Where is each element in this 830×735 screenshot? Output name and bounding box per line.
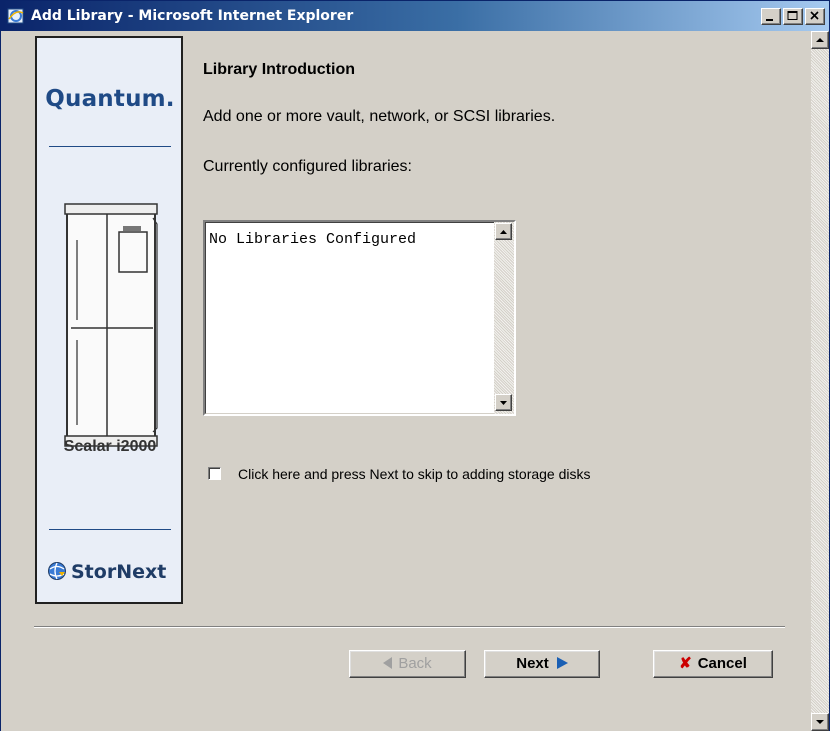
listbox-scrollbar[interactable]	[494, 222, 514, 414]
next-button-label: Next	[516, 655, 549, 672]
libraries-listbox[interactable]: No Libraries Configured	[203, 220, 516, 416]
divider	[49, 529, 171, 530]
window-title: Add Library - Microsoft Internet Explore…	[31, 8, 354, 24]
arrow-right-icon	[556, 657, 568, 669]
stornext-logo: StorNext	[47, 561, 166, 583]
x-icon: ✘	[679, 655, 692, 672]
page-heading: Library Introduction	[203, 61, 355, 78]
list-item[interactable]: No Libraries Configured	[209, 231, 416, 248]
minimize-icon	[766, 19, 773, 21]
configured-libraries-label: Currently configured libraries:	[203, 158, 412, 175]
back-button-label: Back	[398, 655, 432, 672]
arrow-down-icon	[816, 720, 824, 724]
arrow-up-icon	[816, 38, 824, 42]
arrow-down-icon	[500, 401, 507, 405]
next-button[interactable]: Next	[484, 650, 600, 678]
minimize-button[interactable]	[761, 8, 781, 25]
page-scrollbar[interactable]	[811, 31, 829, 731]
divider	[49, 146, 171, 147]
maximize-button[interactable]	[783, 8, 803, 25]
listbox-frame	[205, 222, 514, 414]
title-bar[interactable]: Add Library - Microsoft Internet Explore…	[1, 1, 829, 31]
product-side-panel: Quantum. Scalar i2000 StorNext	[35, 36, 183, 604]
globe-icon	[48, 562, 66, 580]
close-icon	[810, 11, 819, 20]
intro-text: Add one or more vault, network, or SCSI …	[203, 108, 556, 125]
quantum-logo: Quantum.	[45, 86, 175, 112]
maximize-icon	[787, 11, 798, 20]
arrow-left-icon	[383, 657, 393, 669]
ie-icon	[7, 8, 24, 24]
product-name: Scalar i2000	[63, 438, 157, 455]
skip-libraries-label[interactable]: Click here and press Next to skip to add…	[238, 466, 591, 482]
scroll-up-button[interactable]	[811, 31, 829, 49]
cancel-button-label: Cancel	[697, 655, 747, 672]
library-cabinet-image	[64, 203, 158, 447]
scroll-down-button[interactable]	[811, 713, 829, 731]
brand-text: StorNext	[71, 561, 167, 583]
close-button[interactable]	[805, 8, 825, 25]
cancel-button[interactable]: ✘ Cancel	[653, 650, 773, 678]
back-button[interactable]: Back	[349, 650, 466, 678]
arrow-up-icon	[500, 230, 507, 234]
list-scroll-up-button[interactable]	[495, 223, 512, 240]
skip-libraries-checkbox[interactable]	[208, 467, 221, 480]
ie-window: Add Library - Microsoft Internet Explore…	[0, 0, 830, 731]
footer-separator	[34, 626, 785, 628]
list-scroll-down-button[interactable]	[495, 394, 512, 411]
